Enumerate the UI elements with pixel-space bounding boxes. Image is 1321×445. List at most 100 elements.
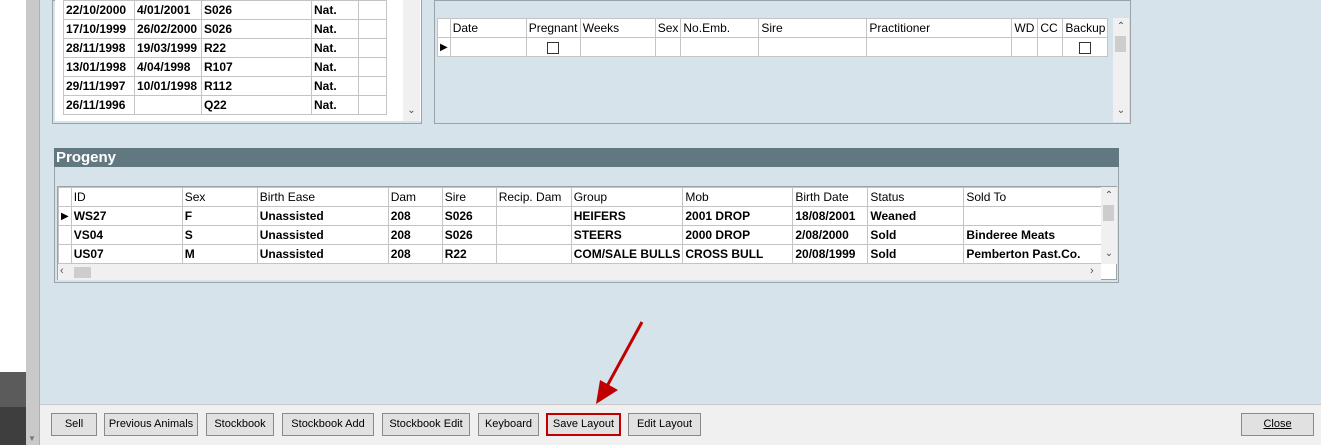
table-row[interactable]: 28/11/1998 19/03/1999 R22 Nat. <box>63 38 387 58</box>
sold-to-cell[interactable]: Pemberton Past.Co. <box>963 244 1108 264</box>
weaning-date-cell[interactable]: 4/04/1998 <box>134 57 202 77</box>
chevron-left-icon[interactable]: ‹ <box>60 265 64 277</box>
sire-cell[interactable]: S026 <box>201 19 312 39</box>
keyboard-button[interactable]: Keyboard <box>478 413 539 436</box>
column-header-sex[interactable]: Sex <box>181 187 258 207</box>
scrollbar-thumb[interactable] <box>1115 36 1126 52</box>
birth-ease-cell[interactable]: Unassisted <box>256 244 389 264</box>
table-row[interactable]: US07 M Unassisted 208 R22 COM/SALE BULLS CROSS… <box>58 244 1108 264</box>
calving-date-cell[interactable]: 26/11/1996 <box>63 95 135 115</box>
extra-cell[interactable] <box>358 57 387 77</box>
sex-cell[interactable]: F <box>181 206 258 226</box>
column-header-weeks[interactable]: Weeks <box>579 18 656 38</box>
calving-history-scrollbar[interactable]: ⌄ <box>403 0 420 121</box>
status-cell[interactable]: Weaned <box>867 206 965 226</box>
cc-cell[interactable] <box>1037 37 1064 57</box>
chevron-up-icon[interactable]: ⌃ <box>1113 20 1129 34</box>
method-cell[interactable]: Nat. <box>311 95 359 115</box>
recip-dam-cell[interactable] <box>495 225 572 245</box>
progeny-horizontal-scrollbar[interactable]: ‹ › <box>58 264 1101 280</box>
group-cell[interactable]: HEIFERS <box>570 206 684 226</box>
column-header-sire[interactable]: Sire <box>758 18 868 38</box>
extra-cell[interactable] <box>358 38 387 58</box>
column-header-dam[interactable]: Dam <box>387 187 443 207</box>
column-header-sex[interactable]: Sex <box>654 18 682 38</box>
left-scrollbar[interactable]: ▼ <box>26 0 40 445</box>
calving-date-cell[interactable]: 28/11/1998 <box>63 38 135 58</box>
dam-cell[interactable]: 208 <box>387 206 443 226</box>
sire-cell[interactable]: R112 <box>201 76 312 96</box>
sire-cell[interactable]: S026 <box>441 225 497 245</box>
chevron-down-icon[interactable]: ⌄ <box>1101 247 1117 261</box>
table-row[interactable]: 29/11/1997 10/01/1998 R112 Nat. <box>63 76 387 96</box>
recip-dam-cell[interactable] <box>495 206 572 226</box>
chevron-down-icon[interactable]: ⌄ <box>403 104 420 118</box>
mob-cell[interactable]: 2001 DROP <box>682 206 794 226</box>
column-header-birth-ease[interactable]: Birth Ease <box>256 187 389 207</box>
column-header-date[interactable]: Date <box>449 18 527 38</box>
column-header-id[interactable]: ID <box>70 187 183 207</box>
method-cell[interactable]: Nat. <box>311 19 359 39</box>
sold-to-cell[interactable] <box>963 206 1108 226</box>
edit-layout-button[interactable]: Edit Layout <box>628 413 701 436</box>
column-header-pregnant[interactable]: Pregnant <box>525 18 581 38</box>
stockbook-edit-button[interactable]: Stockbook Edit <box>382 413 470 436</box>
sex-cell[interactable]: S <box>181 225 258 245</box>
calving-date-cell[interactable]: 17/10/1999 <box>63 19 135 39</box>
calving-date-cell[interactable]: 29/11/1997 <box>63 76 135 96</box>
close-button[interactable]: Close <box>1241 413 1314 436</box>
column-header-practitioner[interactable]: Practitioner <box>866 18 1013 38</box>
group-cell[interactable]: COM/SALE BULLS <box>570 244 684 264</box>
chevron-right-icon[interactable]: › <box>1090 265 1094 277</box>
sex-cell[interactable]: M <box>181 244 258 264</box>
sire-cell[interactable] <box>758 37 868 57</box>
column-header-no-emb[interactable]: No.Emb. <box>680 18 760 38</box>
mob-cell[interactable]: CROSS BULL <box>682 244 794 264</box>
stockbook-add-button[interactable]: Stockbook Add <box>282 413 374 436</box>
table-row[interactable]: ▶ WS27 F Unassisted 208 S026 HEIFERS 2001 DROP 1… <box>58 206 1108 226</box>
save-layout-button[interactable]: Save Layout <box>546 413 621 436</box>
pregnant-cell[interactable] <box>525 37 581 57</box>
sold-to-cell[interactable]: Binderee Meats <box>963 225 1108 245</box>
extra-cell[interactable] <box>358 76 387 96</box>
backup-checkbox[interactable] <box>1079 41 1092 54</box>
column-header-group[interactable]: Group <box>570 187 684 207</box>
birth-ease-cell[interactable]: Unassisted <box>256 206 389 226</box>
scroll-down-icon[interactable]: ▼ <box>28 434 36 443</box>
wd-cell[interactable] <box>1011 37 1039 57</box>
table-row[interactable]: 22/10/2000 4/01/2001 S026 Nat. <box>63 0 387 20</box>
sire-cell[interactable]: R22 <box>201 38 312 58</box>
weaning-date-cell[interactable]: 4/01/2001 <box>134 0 202 20</box>
column-header-birth-date[interactable]: Birth Date <box>792 187 869 207</box>
birth-ease-cell[interactable]: Unassisted <box>256 225 389 245</box>
weaning-date-cell[interactable]: 26/02/2000 <box>134 19 202 39</box>
table-row[interactable]: 26/11/1996 Q22 Nat. <box>63 95 387 115</box>
date-cell[interactable] <box>449 37 527 57</box>
practitioner-cell[interactable] <box>866 37 1013 57</box>
extra-cell[interactable] <box>358 19 387 39</box>
id-cell[interactable]: VS04 <box>70 225 183 245</box>
calving-date-cell[interactable]: 22/10/2000 <box>63 0 135 20</box>
table-row[interactable]: 17/10/1999 26/02/2000 S026 Nat. <box>63 19 387 39</box>
progeny-vertical-scrollbar[interactable]: ⌃ ⌄ <box>1101 187 1117 264</box>
sex-cell[interactable] <box>654 37 682 57</box>
column-header-backup[interactable]: Backup <box>1062 18 1109 38</box>
column-header-sire[interactable]: Sire <box>441 187 497 207</box>
table-row[interactable]: VS04 S Unassisted 208 S026 STEERS 2000 DROP 2/0… <box>58 225 1108 245</box>
horizontal-scrollbar-thumb[interactable] <box>74 267 91 278</box>
birth-date-cell[interactable]: 2/08/2000 <box>792 225 869 245</box>
column-header-mob[interactable]: Mob <box>682 187 794 207</box>
pregnancy-test-scrollbar[interactable]: ⌃ ⌄ <box>1113 18 1129 122</box>
no-emb-cell[interactable] <box>680 37 760 57</box>
previous-animals-button[interactable]: Previous Animals <box>104 413 198 436</box>
dam-cell[interactable]: 208 <box>387 244 443 264</box>
table-row[interactable]: 13/01/1998 4/04/1998 R107 Nat. <box>63 57 387 77</box>
calving-date-cell[interactable]: 13/01/1998 <box>63 57 135 77</box>
extra-cell[interactable] <box>358 0 387 20</box>
method-cell[interactable]: Nat. <box>311 76 359 96</box>
id-cell[interactable]: WS27 <box>70 206 183 226</box>
method-cell[interactable]: Nat. <box>311 38 359 58</box>
method-cell[interactable]: Nat. <box>311 57 359 77</box>
sire-cell[interactable]: R107 <box>201 57 312 77</box>
recip-dam-cell[interactable] <box>495 244 572 264</box>
